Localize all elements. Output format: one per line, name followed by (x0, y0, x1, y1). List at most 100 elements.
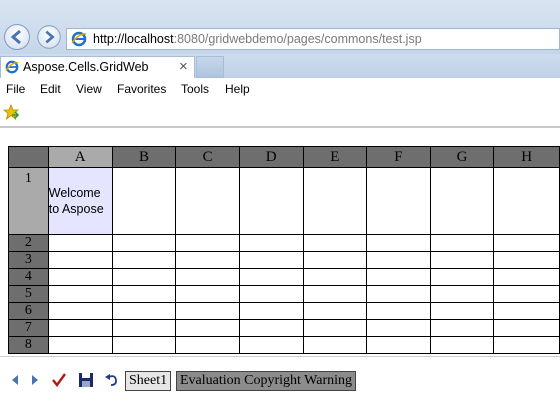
cell-g7[interactable] (429, 319, 495, 337)
cell-f3[interactable] (366, 251, 431, 269)
column-header-f[interactable]: F (366, 146, 431, 168)
cell-c5[interactable] (175, 285, 240, 303)
cell-a1[interactable]: Welcome to Aspose (47, 167, 113, 235)
prev-sheet-icon[interactable] (10, 372, 20, 388)
grid-corner[interactable] (8, 146, 49, 168)
cell-a8[interactable] (47, 336, 113, 354)
save-icon[interactable] (78, 372, 94, 388)
cell-f5[interactable] (366, 285, 431, 303)
cell-e8[interactable] (302, 336, 368, 354)
row-header-4[interactable]: 4 (8, 268, 49, 286)
cell-b8[interactable] (111, 336, 177, 354)
row-header-7[interactable]: 7 (8, 319, 49, 337)
cell-d7[interactable] (238, 319, 304, 337)
browser-tab[interactable]: Aspose.Cells.GridWeb × (0, 56, 195, 78)
cell-h4[interactable] (493, 268, 560, 286)
cell-f7[interactable] (366, 319, 431, 337)
cell-c7[interactable] (175, 319, 240, 337)
column-header-h[interactable]: H (493, 146, 560, 168)
cell-g1[interactable] (429, 167, 495, 235)
cell-a3[interactable] (47, 251, 113, 269)
column-header-b[interactable]: B (111, 146, 177, 168)
cell-b4[interactable] (111, 268, 177, 286)
cell-c6[interactable] (175, 302, 240, 320)
cell-g3[interactable] (429, 251, 495, 269)
cell-e3[interactable] (302, 251, 368, 269)
new-tab-button[interactable] (196, 56, 224, 78)
cell-e7[interactable] (302, 319, 368, 337)
cell-b6[interactable] (111, 302, 177, 320)
column-header-a[interactable]: A (47, 146, 113, 168)
cell-c2[interactable] (175, 234, 240, 252)
cell-e6[interactable] (302, 302, 368, 320)
cell-f1[interactable] (366, 167, 431, 235)
cell-b5[interactable] (111, 285, 177, 303)
cell-b3[interactable] (111, 251, 177, 269)
cell-h2[interactable] (493, 234, 560, 252)
menu-view[interactable]: View (76, 82, 102, 96)
cell-d4[interactable] (238, 268, 304, 286)
favorites-star-icon[interactable] (3, 104, 19, 120)
cell-g5[interactable] (429, 285, 495, 303)
cell-h3[interactable] (493, 251, 560, 269)
cell-d2[interactable] (238, 234, 304, 252)
undo-icon[interactable] (104, 372, 120, 388)
cell-h7[interactable] (493, 319, 560, 337)
cell-e2[interactable] (302, 234, 368, 252)
cell-h5[interactable] (493, 285, 560, 303)
cell-h1[interactable] (493, 167, 560, 235)
cell-d8[interactable] (238, 336, 304, 354)
row-header-5[interactable]: 5 (8, 285, 49, 303)
cell-c1[interactable] (175, 167, 240, 235)
submit-check-icon[interactable] (51, 372, 67, 388)
cell-g4[interactable] (429, 268, 495, 286)
row-header-3[interactable]: 3 (8, 251, 49, 269)
row-header-1[interactable]: 1 (8, 167, 49, 235)
cell-g6[interactable] (429, 302, 495, 320)
cell-a6[interactable] (47, 302, 113, 320)
menu-favorites[interactable]: Favorites (117, 82, 166, 96)
cell-b2[interactable] (111, 234, 177, 252)
cell-g2[interactable] (429, 234, 495, 252)
cell-g8[interactable] (429, 336, 495, 354)
column-header-g[interactable]: G (429, 146, 495, 168)
cell-d6[interactable] (238, 302, 304, 320)
cell-f8[interactable] (366, 336, 431, 354)
cell-d3[interactable] (238, 251, 304, 269)
cell-a5[interactable] (47, 285, 113, 303)
menu-edit[interactable]: Edit (40, 82, 61, 96)
cell-e1[interactable] (302, 167, 368, 235)
cell-a4[interactable] (47, 268, 113, 286)
cell-f4[interactable] (366, 268, 431, 286)
cell-b7[interactable] (111, 319, 177, 337)
cell-h8[interactable] (493, 336, 560, 354)
cell-c3[interactable] (175, 251, 240, 269)
cell-d1[interactable] (238, 167, 304, 235)
forward-button[interactable] (37, 25, 61, 49)
next-sheet-icon[interactable] (30, 372, 40, 388)
cell-b1[interactable] (111, 167, 177, 235)
cell-f6[interactable] (366, 302, 431, 320)
cell-e5[interactable] (302, 285, 368, 303)
menu-tools[interactable]: Tools (181, 82, 209, 96)
evaluation-warning-tab[interactable]: Evaluation Copyright Warning (176, 371, 357, 391)
row-header-8[interactable]: 8 (8, 336, 49, 354)
sheet-tab-sheet1[interactable]: Sheet1 (125, 371, 172, 391)
cell-c4[interactable] (175, 268, 240, 286)
cell-e4[interactable] (302, 268, 368, 286)
url-input[interactable]: http://localhost:8080/gridwebdemo/pages/… (66, 28, 560, 50)
column-header-d[interactable]: D (238, 146, 304, 168)
cell-c8[interactable] (175, 336, 240, 354)
row-header-2[interactable]: 2 (8, 234, 49, 252)
column-header-c[interactable]: C (175, 146, 240, 168)
column-header-e[interactable]: E (302, 146, 368, 168)
row-header-6[interactable]: 6 (8, 302, 49, 320)
cell-h6[interactable] (493, 302, 560, 320)
menu-file[interactable]: File (6, 82, 25, 96)
cell-a7[interactable] (47, 319, 113, 337)
cell-f2[interactable] (366, 234, 431, 252)
cell-a2[interactable] (47, 234, 113, 252)
back-button[interactable] (4, 24, 30, 50)
close-tab-icon[interactable]: × (179, 58, 188, 75)
menu-help[interactable]: Help (225, 82, 250, 96)
